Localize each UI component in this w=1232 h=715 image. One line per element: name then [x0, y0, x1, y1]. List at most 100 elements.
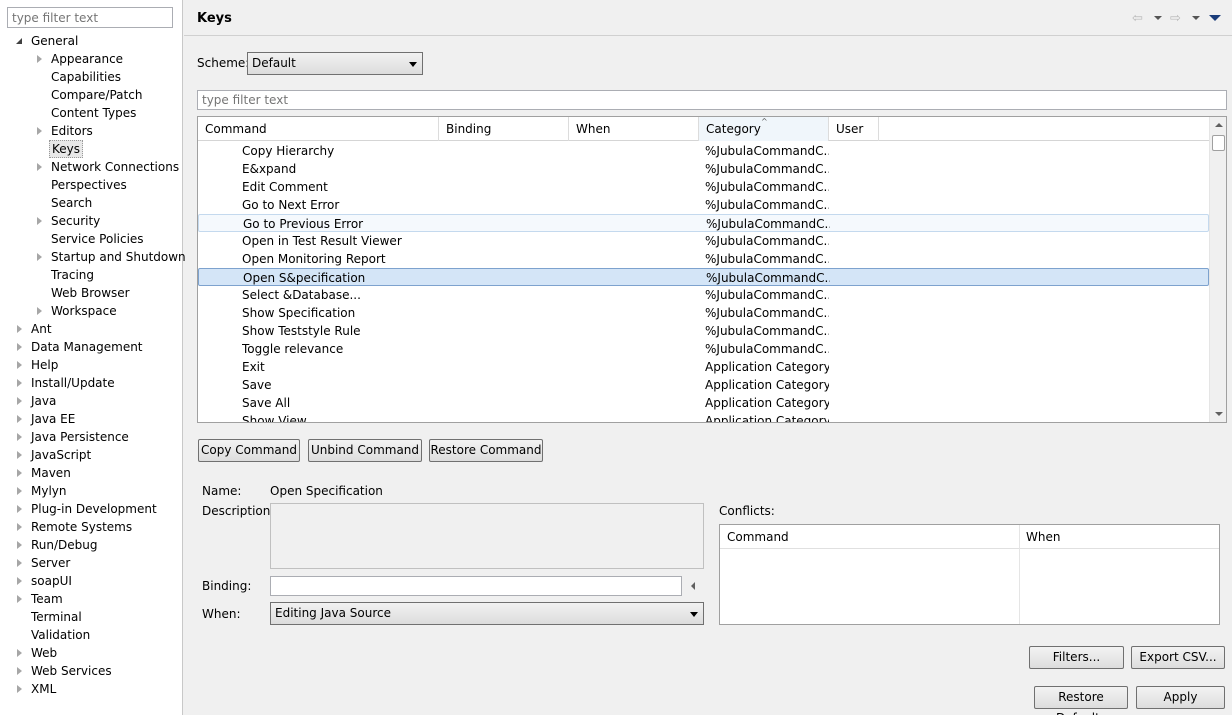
tree-item[interactable]: Run/Debug [0, 536, 182, 554]
table-row[interactable]: Select &Database... %JubulaCommandC... [198, 286, 1209, 304]
unbind-command-button[interactable]: Unbind Command [308, 439, 422, 462]
tree-item[interactable]: Content Types [0, 104, 182, 122]
tree-item[interactable]: Security [0, 212, 182, 230]
back-history-dropdown-icon[interactable] [1154, 16, 1162, 20]
tree-expand-icon[interactable] [15, 644, 25, 662]
table-row[interactable]: Open S&pecification %JubulaCommandC... [198, 268, 1209, 286]
tree-item[interactable]: JavaScript [0, 446, 182, 464]
tree-expand-icon[interactable] [15, 518, 25, 536]
copy-command-button[interactable]: Copy Command [198, 439, 300, 462]
tree-expand-icon[interactable] [15, 464, 25, 482]
tree-expand-icon[interactable] [35, 158, 45, 176]
tree-expand-icon[interactable] [35, 212, 45, 230]
table-row[interactable]: E&xpand %JubulaCommandC... [198, 160, 1209, 178]
when-select[interactable]: Editing Java Source [270, 602, 704, 625]
tree-item[interactable]: Compare/Patch [0, 86, 182, 104]
tree-item[interactable]: Appearance [0, 50, 182, 68]
table-scrollbar[interactable] [1209, 117, 1226, 422]
tree-expand-icon[interactable] [15, 428, 25, 446]
column-category[interactable]: ^ Category [699, 117, 829, 141]
tree-expand-icon[interactable] [15, 356, 25, 374]
column-command[interactable]: Command [198, 117, 439, 141]
restore-command-button[interactable]: Restore Command [429, 439, 543, 462]
tree-item[interactable]: Workspace [0, 302, 182, 320]
tree-expand-icon[interactable] [15, 338, 25, 356]
tree-item[interactable]: soapUI [0, 572, 182, 590]
tree-item[interactable]: Tracing [0, 266, 182, 284]
tree-expand-icon[interactable] [15, 482, 25, 500]
tree-item[interactable]: Help [0, 356, 182, 374]
column-binding[interactable]: Binding [439, 117, 569, 141]
tree-item[interactable]: Validation [0, 626, 182, 644]
tree-item[interactable]: Java [0, 392, 182, 410]
tree-item[interactable]: Maven [0, 464, 182, 482]
table-row[interactable]: Go to Next Error %JubulaCommandC... [198, 196, 1209, 214]
binding-menu-button[interactable] [685, 576, 703, 596]
tree-item[interactable]: Data Management [0, 338, 182, 356]
tree-item[interactable]: Keys [0, 140, 182, 158]
tree-expand-icon[interactable] [35, 248, 45, 266]
scroll-thumb[interactable] [1212, 135, 1225, 151]
tree-item[interactable]: Editors [0, 122, 182, 140]
export-csv-button[interactable]: Export CSV... [1131, 646, 1225, 669]
tree-item[interactable]: XML [0, 680, 182, 698]
tree-expand-icon[interactable] [15, 680, 25, 698]
filters-button[interactable]: Filters... [1029, 646, 1124, 669]
conflicts-column-command[interactable]: Command [720, 525, 1019, 549]
table-row[interactable]: Exit Application Category [198, 358, 1209, 376]
tree-item[interactable]: Network Connections [0, 158, 182, 176]
forward-history-dropdown-icon[interactable] [1192, 16, 1200, 20]
tree-expand-icon[interactable] [15, 320, 25, 338]
tree-item[interactable]: Web Browser [0, 284, 182, 302]
table-row[interactable]: Show Specification %JubulaCommandC... [198, 304, 1209, 322]
back-arrow-icon[interactable]: ⇦ [1132, 11, 1143, 26]
table-row[interactable]: Open Monitoring Report %JubulaCommandC... [198, 250, 1209, 268]
tree-expand-icon[interactable] [35, 50, 45, 68]
tree-item[interactable]: Server [0, 554, 182, 572]
view-menu-icon[interactable] [1209, 15, 1221, 21]
tree-expand-icon[interactable] [15, 500, 25, 518]
table-row[interactable]: Toggle relevance %JubulaCommandC... [198, 340, 1209, 358]
tree-expand-icon[interactable] [15, 536, 25, 554]
tree-expand-icon[interactable] [15, 662, 25, 680]
conflicts-column-when[interactable]: When [1019, 525, 1219, 549]
tree-expand-icon[interactable] [15, 446, 25, 464]
tree-filter-input[interactable] [7, 7, 173, 28]
tree-collapse-icon[interactable] [15, 32, 25, 50]
tree-item[interactable]: Install/Update [0, 374, 182, 392]
tree-item[interactable]: Terminal [0, 608, 182, 626]
scroll-down-icon[interactable] [1215, 412, 1223, 416]
tree-expand-icon[interactable] [15, 374, 25, 392]
scheme-select[interactable]: Default [247, 52, 423, 75]
tree-item[interactable]: Capabilities [0, 68, 182, 86]
tree-item[interactable]: Remote Systems [0, 518, 182, 536]
tree-item[interactable]: Startup and Shutdown [0, 248, 186, 266]
tree-item[interactable]: Java EE [0, 410, 182, 428]
tree-expand-icon[interactable] [15, 410, 25, 428]
binding-input[interactable] [270, 576, 682, 596]
tree-expand-icon[interactable] [35, 302, 45, 320]
tree-expand-icon[interactable] [15, 392, 25, 410]
tree-item[interactable]: Mylyn [0, 482, 182, 500]
table-row[interactable]: Show View Application Category [198, 412, 1209, 422]
tree-item[interactable]: Web Services [0, 662, 182, 680]
table-row[interactable]: Edit Comment %JubulaCommandC... [198, 178, 1209, 196]
table-row[interactable]: Save All Application Category [198, 394, 1209, 412]
restore-defaults-button[interactable]: Restore Defaults [1034, 686, 1128, 715]
tree-expand-icon[interactable] [15, 590, 25, 608]
table-row[interactable]: Show Teststyle Rule %JubulaCommandC... [198, 322, 1209, 340]
apply-button[interactable]: Apply [1136, 686, 1225, 709]
tree-expand-icon[interactable] [15, 554, 25, 572]
tree-expand-icon[interactable] [15, 572, 25, 590]
table-row[interactable]: Go to Previous Error %JubulaCommandC... [198, 214, 1209, 232]
scroll-up-icon[interactable] [1215, 123, 1223, 127]
table-row[interactable]: Open in Test Result Viewer %JubulaCommand… [198, 232, 1209, 250]
tree-item[interactable]: Plug-in Development [0, 500, 182, 518]
forward-arrow-icon[interactable]: ⇨ [1170, 11, 1181, 26]
table-row[interactable]: Save Application Category [198, 376, 1209, 394]
tree-item[interactable]: Ant [0, 320, 182, 338]
command-filter-input[interactable] [197, 90, 1227, 110]
tree-item[interactable]: Perspectives [0, 176, 182, 194]
tree-expand-icon[interactable] [35, 122, 45, 140]
tree-item[interactable]: Java Persistence [0, 428, 182, 446]
